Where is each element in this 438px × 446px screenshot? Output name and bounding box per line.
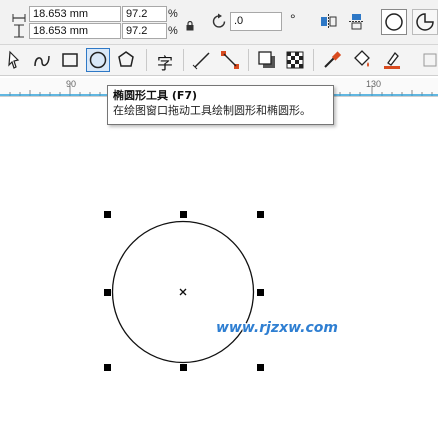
- interactive-fill-tool-button[interactable]: [350, 48, 374, 72]
- ruler-label-130: 130: [366, 79, 382, 89]
- tool-tooltip: 椭圆形工具 (F7) 在绘图窗口拖动工具绘制圆形和椭圆形。: [107, 85, 334, 125]
- center-marker: [179, 288, 187, 296]
- freehand-tool-button[interactable]: [30, 48, 54, 72]
- rotation-input[interactable]: .0: [230, 12, 282, 31]
- toolbar-divider: [248, 49, 249, 71]
- text-tool-button[interactable]: 字: [153, 48, 177, 73]
- tool-toolbar: 字: [0, 45, 438, 76]
- pick-tool-button[interactable]: [2, 48, 26, 72]
- height-input[interactable]: 18.653 mm: [29, 23, 121, 39]
- selection-handle-bottom-right[interactable]: [257, 364, 264, 371]
- ellipse-tool-button[interactable]: [86, 48, 110, 72]
- width-input[interactable]: 18.653 mm: [29, 6, 121, 22]
- text-tool-glyph: 字: [157, 54, 174, 73]
- dimension-tool-button[interactable]: [190, 48, 214, 72]
- property-bar: 18.653 mm 18.653 mm 97.2 % 97.2 % .0 °: [0, 0, 438, 45]
- eyedropper-tool-button[interactable]: [320, 48, 344, 72]
- ruler-label-90: 90: [66, 79, 77, 89]
- site-watermark: www.rjzxw.com: [216, 320, 338, 336]
- connector-tool-button[interactable]: [218, 48, 242, 72]
- selection-handle-bottom-left[interactable]: [104, 364, 111, 371]
- tooltip-title: 椭圆形工具 (F7): [113, 89, 198, 102]
- drop-shadow-tool-button[interactable]: [255, 48, 279, 72]
- rotate-icon: [211, 13, 228, 34]
- scale-y-input[interactable]: 97.2: [122, 23, 167, 39]
- toolbar-divider: [146, 49, 147, 71]
- rectangle-tool-button[interactable]: [58, 48, 82, 72]
- polygon-tool-button[interactable]: [114, 48, 138, 72]
- scale-y-unit: %: [168, 25, 178, 37]
- pie-type-button[interactable]: [412, 9, 438, 35]
- selection-handle-right[interactable]: [257, 289, 264, 296]
- selection-handle-top-right[interactable]: [257, 211, 264, 218]
- height-icon: [14, 23, 24, 42]
- toolbar-divider: [183, 49, 184, 71]
- toolbar-divider: [313, 49, 314, 71]
- degree-symbol: °: [290, 11, 296, 27]
- ellipse-type-button[interactable]: [381, 9, 407, 35]
- mirror-horizontal-icon[interactable]: [320, 13, 337, 34]
- mirror-vertical-icon[interactable]: [348, 13, 365, 34]
- selection-handle-bottom[interactable]: [180, 364, 187, 371]
- lock-ratio-icon[interactable]: [186, 16, 194, 35]
- selection-handle-top[interactable]: [180, 211, 187, 218]
- scale-x-unit: %: [168, 8, 178, 20]
- scale-x-input[interactable]: 97.2: [122, 6, 167, 22]
- tooltip-description: 在绘图窗口拖动工具绘制圆形和椭圆形。: [113, 104, 311, 117]
- drawing-canvas[interactable]: [0, 97, 438, 446]
- smart-fill-tool-button[interactable]: [380, 48, 404, 72]
- toolbar-overflow-button[interactable]: [418, 48, 438, 72]
- transparency-tool-button[interactable]: [283, 48, 307, 72]
- selection-handle-left[interactable]: [104, 289, 111, 296]
- selection-handle-top-left[interactable]: [104, 211, 111, 218]
